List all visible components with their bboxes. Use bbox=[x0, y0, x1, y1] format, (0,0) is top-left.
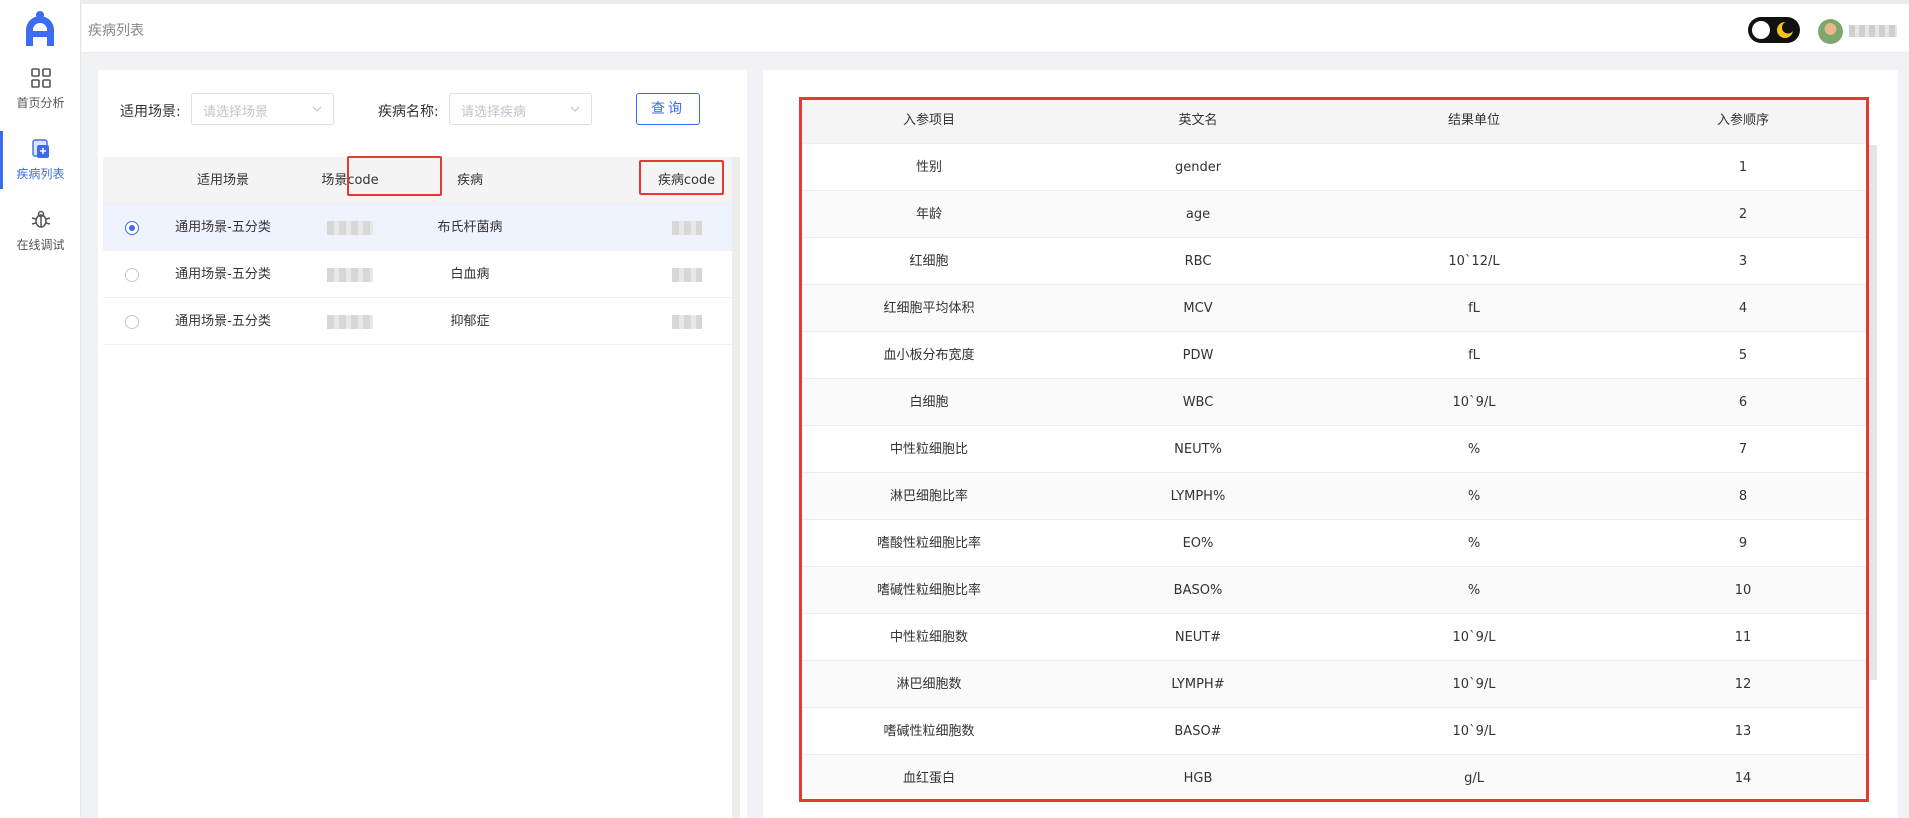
highlight-parameter-table bbox=[799, 97, 1869, 802]
sidebar-item-disease-list[interactable]: 疾病列表 bbox=[0, 127, 81, 197]
cell-disease-code bbox=[640, 204, 733, 251]
scene-select-placeholder: 请选择场景 bbox=[203, 105, 269, 120]
row-radio[interactable] bbox=[125, 315, 139, 329]
moon-icon bbox=[1777, 21, 1794, 38]
cell-scene-code bbox=[303, 204, 397, 251]
cell-disease-code bbox=[640, 298, 733, 345]
chevron-down-icon bbox=[570, 106, 580, 112]
debug-bug-icon bbox=[31, 210, 50, 228]
highlight-disease-code bbox=[639, 160, 724, 195]
row-radio[interactable] bbox=[125, 268, 139, 282]
cell-scene-code bbox=[303, 298, 397, 345]
parameter-panel: 入参项目 英文名 结果单位 入参顺序 性别 gender 1 年龄 age 2 红细胞 RBC… bbox=[763, 70, 1898, 818]
sidebar-item-label: 在线调试 bbox=[16, 238, 65, 252]
toggle-knob bbox=[1752, 21, 1770, 39]
disease-select[interactable]: 请选择疾病 bbox=[449, 93, 592, 125]
chevron-down-icon bbox=[312, 106, 322, 112]
sidebar: 首页分析 疾病列表 在线调试 bbox=[0, 0, 81, 818]
scene-select[interactable]: 请选择场景 bbox=[191, 93, 334, 125]
sidebar-item-label: 首页分析 bbox=[16, 96, 65, 110]
highlight-scene-code bbox=[347, 156, 442, 196]
cell-disease-code bbox=[640, 251, 733, 298]
table-scrollbar[interactable] bbox=[732, 157, 740, 818]
sidebar-item-label: 疾病列表 bbox=[16, 167, 65, 181]
cell-disease: 抑郁症 bbox=[450, 314, 490, 329]
cell-scene: 通用场景-五分类 bbox=[175, 314, 271, 329]
top-header: 疾病列表 bbox=[82, 0, 1909, 53]
cell-scene: 通用场景-五分类 bbox=[175, 267, 271, 282]
disease-filter-label: 疾病名称: bbox=[378, 104, 439, 120]
sidebar-item-online-debug[interactable]: 在线调试 bbox=[0, 198, 81, 268]
cell-scene-code bbox=[303, 251, 397, 298]
theme-toggle[interactable] bbox=[1748, 17, 1800, 43]
table-row[interactable]: 通用场景-五分类 布氏杆菌病 bbox=[103, 204, 737, 251]
user-name-blurred[interactable] bbox=[1849, 25, 1897, 37]
disease-list-icon bbox=[31, 139, 49, 158]
table-row[interactable]: 通用场景-五分类 抑郁症 bbox=[103, 298, 737, 345]
table-scrollbar[interactable] bbox=[1869, 145, 1877, 680]
dashboard-grid-icon bbox=[30, 68, 51, 88]
row-radio[interactable] bbox=[125, 221, 139, 235]
page-title: 疾病列表 bbox=[88, 23, 144, 39]
table-row[interactable]: 通用场景-五分类 白血病 bbox=[103, 251, 737, 298]
scene-filter-label: 适用场景: bbox=[120, 104, 181, 120]
cell-disease: 布氏杆菌病 bbox=[437, 220, 503, 235]
disease-list-panel: 适用场景: 请选择场景 疾病名称: 请选择疾病 查询 适用场景 场景code 疾… bbox=[98, 70, 747, 818]
column-header-scene: 适用场景 bbox=[196, 173, 249, 188]
logo-icon bbox=[26, 11, 54, 46]
query-button[interactable]: 查询 bbox=[636, 93, 700, 125]
cell-scene: 通用场景-五分类 bbox=[175, 220, 271, 235]
sidebar-item-home-analysis[interactable]: 首页分析 bbox=[0, 56, 81, 126]
cell-disease: 白血病 bbox=[450, 267, 490, 282]
avatar[interactable] bbox=[1818, 19, 1843, 44]
disease-select-placeholder: 请选择疾病 bbox=[461, 105, 527, 120]
